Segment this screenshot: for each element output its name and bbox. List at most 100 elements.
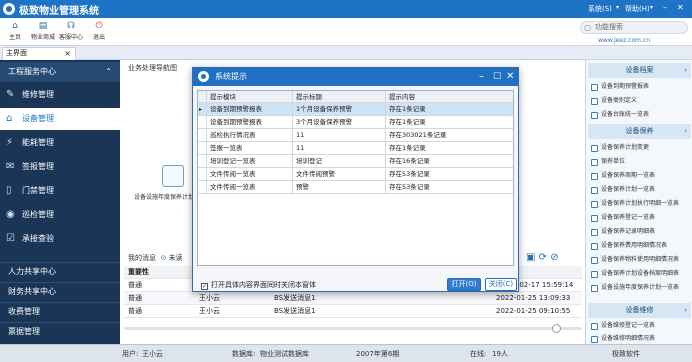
row-indicator — [198, 181, 206, 194]
sidebar-section-hr[interactable]: 人力共享中心 — [0, 262, 120, 280]
dialog-title-bar[interactable]: 系统提示 – ☐ ✕ — [193, 68, 518, 86]
module-cell: 文件传阅一览表 — [206, 168, 292, 181]
sidebar-section-invoices[interactable]: 票据管理 — [0, 322, 120, 340]
close-on-open-checkbox[interactable]: ✓ 打开具体内容界面同时关闭本窗体 — [201, 280, 316, 290]
sidebar-item-repair[interactable]: ✎ 维修管理 — [0, 84, 120, 106]
rp-section-archive[interactable]: 设备档案 › — [588, 63, 691, 78]
rp-link[interactable]: 设备类别定义 — [590, 95, 690, 107]
sidebar-item-label: 维修管理 — [22, 90, 54, 99]
open-button[interactable]: 打开(O) — [447, 278, 481, 291]
sidebar-section-label: 财务共享中心 — [8, 287, 56, 296]
title-cell: 11 — [292, 142, 385, 155]
maximize-icon[interactable]: ☐ — [493, 68, 501, 86]
table-row[interactable]: 签报一览表 11 存在1条记录 — [198, 142, 513, 155]
system-menu[interactable]: 系统(S) — [588, 4, 612, 14]
module-cell: 文件传阅一览表 — [206, 181, 292, 194]
minimize-window-icon[interactable]: – — [663, 3, 667, 12]
sidebar-section-engineering[interactable]: 工程服务中心 ⌃ — [0, 62, 120, 82]
search-input[interactable]: ○ 功能搜索 — [580, 21, 688, 34]
document-icon[interactable] — [162, 165, 184, 187]
table-row[interactable]: 培训登记一览表 培训登记 存在16条记录 — [198, 155, 513, 168]
chevron-right-icon: › — [684, 306, 687, 314]
scrollbar-thumb[interactable] — [552, 324, 561, 333]
rp-link[interactable]: 设备保养计划一览表 — [590, 184, 690, 196]
rp-link[interactable]: 设备维修登记一览表 — [590, 320, 690, 332]
help-menu-chevron-icon: ▾ — [650, 4, 654, 11]
flow-item-label[interactable]: 设备设施年度保养计划 — [134, 192, 194, 201]
table-row[interactable]: 普通 王小云 BS发送消息1 2022-01-25 13:09:33 — [124, 292, 582, 305]
sidebar-item-inspection[interactable]: ☑ 承接查验 — [0, 228, 120, 250]
rp-link[interactable]: 设备保养计划执行明细一览表 — [590, 198, 690, 210]
sidebar-section-charges[interactable]: 收费管理 — [0, 302, 120, 320]
visibility-icon[interactable]: ⊘ — [550, 252, 558, 263]
sidebar-item-patrol[interactable]: ◉ 巡检管理 — [0, 204, 120, 226]
document-icon — [591, 285, 598, 292]
home-icon: ⌂ — [12, 21, 18, 31]
chevron-up-icon: ⌃ — [105, 67, 112, 76]
rp-link[interactable]: 设备设施年度保养计划一览表 — [590, 282, 690, 294]
rp-link[interactable]: 保养单位 — [590, 156, 690, 168]
rp-link[interactable]: 设备到期预警报表 — [590, 81, 690, 93]
website-link[interactable]: www.jeez.com.cn — [598, 37, 650, 44]
sidebar-section-label: 票据管理 — [8, 327, 40, 336]
table-row[interactable]: 巡检执行情况表 11 存在303021条记录 — [198, 129, 513, 142]
rp-link[interactable]: 设备台账统一览表 — [590, 109, 690, 121]
rp-link[interactable]: 设备保养费用明细情况表 — [590, 240, 690, 252]
rp-link[interactable]: 设备保养记录明细表 — [590, 226, 690, 238]
rp-link-label: 设备保养物料使用明细情况表 — [601, 256, 680, 263]
sender-cell: 王小云 — [199, 294, 220, 302]
sidebar-item-report[interactable]: ✉ 签报管理 — [0, 156, 120, 178]
horizontal-scrollbar[interactable] — [124, 327, 582, 330]
sidebar-item-equipment[interactable]: ⌂ 设备管理 — [0, 108, 120, 130]
time-cell: 2022-01-25 13:09:33 — [496, 294, 571, 302]
rp-link-label: 设备保养周期一览表 — [601, 172, 656, 179]
table-row[interactable]: 设备到期预警报表 3个月设备保养预警 存在1条记录 — [198, 116, 513, 129]
title-cell: 文件传阅预警 — [292, 168, 385, 181]
service-center-button[interactable]: ☊ 客服中心 — [58, 20, 84, 44]
home-button[interactable]: ⌂ 主页 — [2, 20, 28, 44]
rp-section-repair[interactable]: 设备维修 › — [588, 303, 691, 318]
document-icon — [591, 323, 598, 330]
module-cell: 设备到期预警报表 — [206, 116, 292, 129]
table-row[interactable]: 文件传阅一览表 预警 存在53条记录 — [198, 181, 513, 194]
grid-header-row: 提示模块 提示标题 提示内容 — [198, 91, 513, 104]
radio-icon[interactable]: ⊙ — [160, 254, 166, 262]
sidebar-item-energy[interactable]: ⚡ 能耗管理 — [0, 132, 120, 154]
table-row[interactable]: 文件传阅一览表 文件传阅预警 存在53条记录 — [198, 168, 513, 181]
system-menu-chevron-icon: ▾ — [616, 4, 620, 11]
rp-link[interactable]: 设备保养计划设备档案明细表 — [590, 268, 690, 280]
chat-icon[interactable]: ▣ — [526, 252, 535, 263]
rp-section-maintenance[interactable]: 设备保养 › — [588, 124, 691, 139]
row-indicator — [198, 155, 206, 168]
status-user-label: 用户: — [122, 350, 139, 358]
table-row[interactable]: ▸ 设备到期预警报表 1个月设备保养预警 存在1条记录 — [198, 103, 513, 116]
sidebar-section-finance[interactable]: 财务共享中心 — [0, 282, 120, 300]
close-tab-icon[interactable]: × — [64, 48, 71, 59]
rp-link-label: 设备维修明细情况表 — [601, 335, 656, 342]
exit-button[interactable]: ⏻ 退出 — [86, 20, 112, 44]
right-panel: 设备档案 › 设备到期预警报表 设备类别定义 设备台账统一览表 设备保养 › 设备保… — [585, 60, 692, 344]
close-button[interactable]: 关闭(C) — [485, 278, 517, 291]
sidebar-item-label: 设备管理 — [22, 114, 54, 123]
title-cell: 3个月设备保养预警 — [292, 116, 385, 129]
table-row[interactable]: 普通 王小云 BS发送消息1 2022-01-25 09:10:55 — [124, 305, 582, 318]
close-icon[interactable]: ✕ — [506, 68, 514, 86]
sidebar-item-access[interactable]: ▯ 门禁管理 — [0, 180, 120, 202]
rp-link[interactable]: 设备保养物料使用明细情况表 — [590, 254, 690, 266]
rp-link-label: 设备到期预警报表 — [601, 83, 650, 90]
unread-filter-label[interactable]: 未读 — [169, 254, 183, 262]
rp-link-label: 设备台账统一览表 — [601, 111, 650, 118]
shop-button[interactable]: ▤ 物业商城 — [30, 20, 56, 44]
checkbox-label: 打开具体内容界面同时关闭本窗体 — [211, 281, 316, 289]
rp-link[interactable]: 设备保养计划变更 — [590, 142, 690, 154]
rp-link[interactable]: 设备保养登记一览表 — [590, 212, 690, 224]
refresh-icon[interactable]: ⟳ — [539, 252, 547, 263]
rp-link[interactable]: 设备保养周期一览表 — [590, 170, 690, 182]
tab-main[interactable]: 主界面 × — [2, 47, 76, 60]
document-icon — [591, 145, 598, 152]
help-menu[interactable]: 帮助(H) — [625, 4, 650, 14]
minimize-icon[interactable]: – — [479, 68, 484, 86]
status-user: 王小云 — [142, 350, 163, 358]
content-cell: 存在1条记录 — [385, 142, 513, 155]
close-window-icon[interactable]: ✕ — [677, 3, 684, 12]
